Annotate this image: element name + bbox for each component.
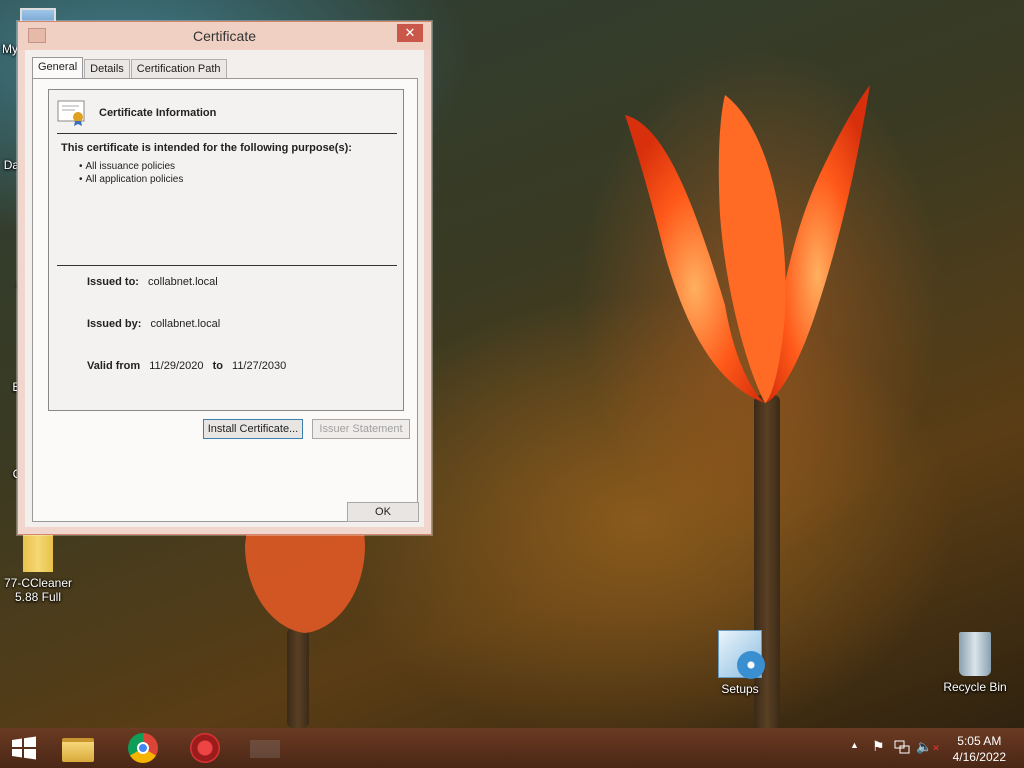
wallpaper-tulip	[625, 85, 870, 403]
info-heading: Certificate Information	[99, 107, 217, 119]
desktop-icon-recycle-bin[interactable]: Recycle Bin	[937, 632, 1013, 694]
zip-folder-icon	[23, 530, 53, 572]
general-tab-panel: Certificate Information This certificate…	[32, 78, 418, 522]
disc-icon	[737, 651, 765, 679]
clock-time: 5:05 AM	[957, 734, 1002, 748]
network-icon[interactable]	[894, 740, 910, 754]
valid-to-label: to	[212, 360, 223, 372]
wallpaper-stem-small	[287, 628, 309, 728]
show-hidden-icons-icon[interactable]: ▲	[850, 740, 859, 750]
header-divider	[57, 133, 397, 134]
purpose-item: All issuance policies	[86, 160, 183, 173]
folder-icon[interactable]	[62, 732, 98, 764]
system-tray: ▲ ⚑ 🔈✕ 5:05 AM 4/16/2022	[844, 728, 1024, 768]
desktop-icon-label: Setups	[721, 682, 759, 696]
tab-certification-path[interactable]: Certification Path	[130, 59, 227, 79]
clock[interactable]: 5:05 AM 4/16/2022	[953, 733, 1006, 765]
valid-to-value: 11/27/2030	[232, 360, 287, 372]
desktop-icon-label: Recycle Bin	[943, 680, 1007, 694]
issued-by-label: Issued by:	[87, 318, 142, 330]
desktop-icon-setups[interactable]: Setups	[702, 630, 778, 696]
valid-from-value: 11/29/2020	[149, 360, 204, 372]
issued-to-label: Issued to:	[87, 276, 139, 288]
certificate-seal-icon	[57, 100, 85, 126]
driver-booster-icon[interactable]	[187, 732, 223, 764]
dialog-client: General Details Certification Path Certi…	[25, 50, 424, 527]
purpose-title: This certificate is intended for the fol…	[61, 142, 352, 154]
recycle-bin-icon	[959, 632, 991, 676]
windows-logo-icon[interactable]	[8, 732, 40, 764]
install-certificate-button[interactable]: Install Certificate...	[203, 419, 303, 439]
software-box-icon	[718, 630, 765, 679]
desktop-icon-label: 77-CCleaner 5.88 Full	[3, 576, 73, 604]
ok-button[interactable]: OK	[347, 502, 419, 522]
dialog-titlebar[interactable]: Certificate ✕	[18, 22, 431, 50]
issued-by-row: Issued by: collabnet.local	[87, 318, 220, 330]
issued-to-value: collabnet.local	[148, 276, 218, 288]
purpose-item: All application policies	[86, 173, 184, 186]
volume-muted-icon[interactable]: 🔈✕	[916, 739, 940, 755]
desktop-icon-ccleaner-folder[interactable]: 77-CCleaner 5.88 Full	[0, 530, 76, 604]
clock-date: 4/16/2022	[952, 750, 1006, 764]
purpose-divider	[57, 265, 397, 266]
purpose-list: All issuance policies All application po…	[86, 160, 184, 186]
info-header: Certificate Information	[57, 100, 216, 126]
valid-from-label: Valid from	[87, 360, 141, 372]
issued-by-value: collabnet.local	[150, 318, 221, 330]
validity-row: Valid from 11/29/2020 to 11/27/2030	[87, 360, 286, 372]
taskbar: ▲ ⚑ 🔈✕ 5:05 AM 4/16/2022	[0, 728, 1024, 768]
close-button[interactable]: ✕	[397, 24, 423, 42]
tab-details[interactable]: Details	[84, 59, 130, 79]
dialog-title: Certificate	[192, 28, 257, 44]
chrome-icon[interactable]	[125, 732, 161, 764]
certificate-dialog: Certificate ✕ General Details Certificat…	[17, 21, 432, 535]
tab-general[interactable]: General	[32, 57, 84, 79]
tab-strip: General Details Certification Path	[32, 57, 228, 79]
issued-to-row: Issued to: collabnet.local	[87, 276, 218, 288]
certificate-info-box: Certificate Information This certificate…	[48, 89, 404, 411]
action-center-flag-icon[interactable]: ⚑	[872, 738, 885, 755]
issuer-statement-button[interactable]: Issuer Statement	[312, 419, 410, 439]
hidden-app-icon[interactable]	[250, 732, 286, 764]
